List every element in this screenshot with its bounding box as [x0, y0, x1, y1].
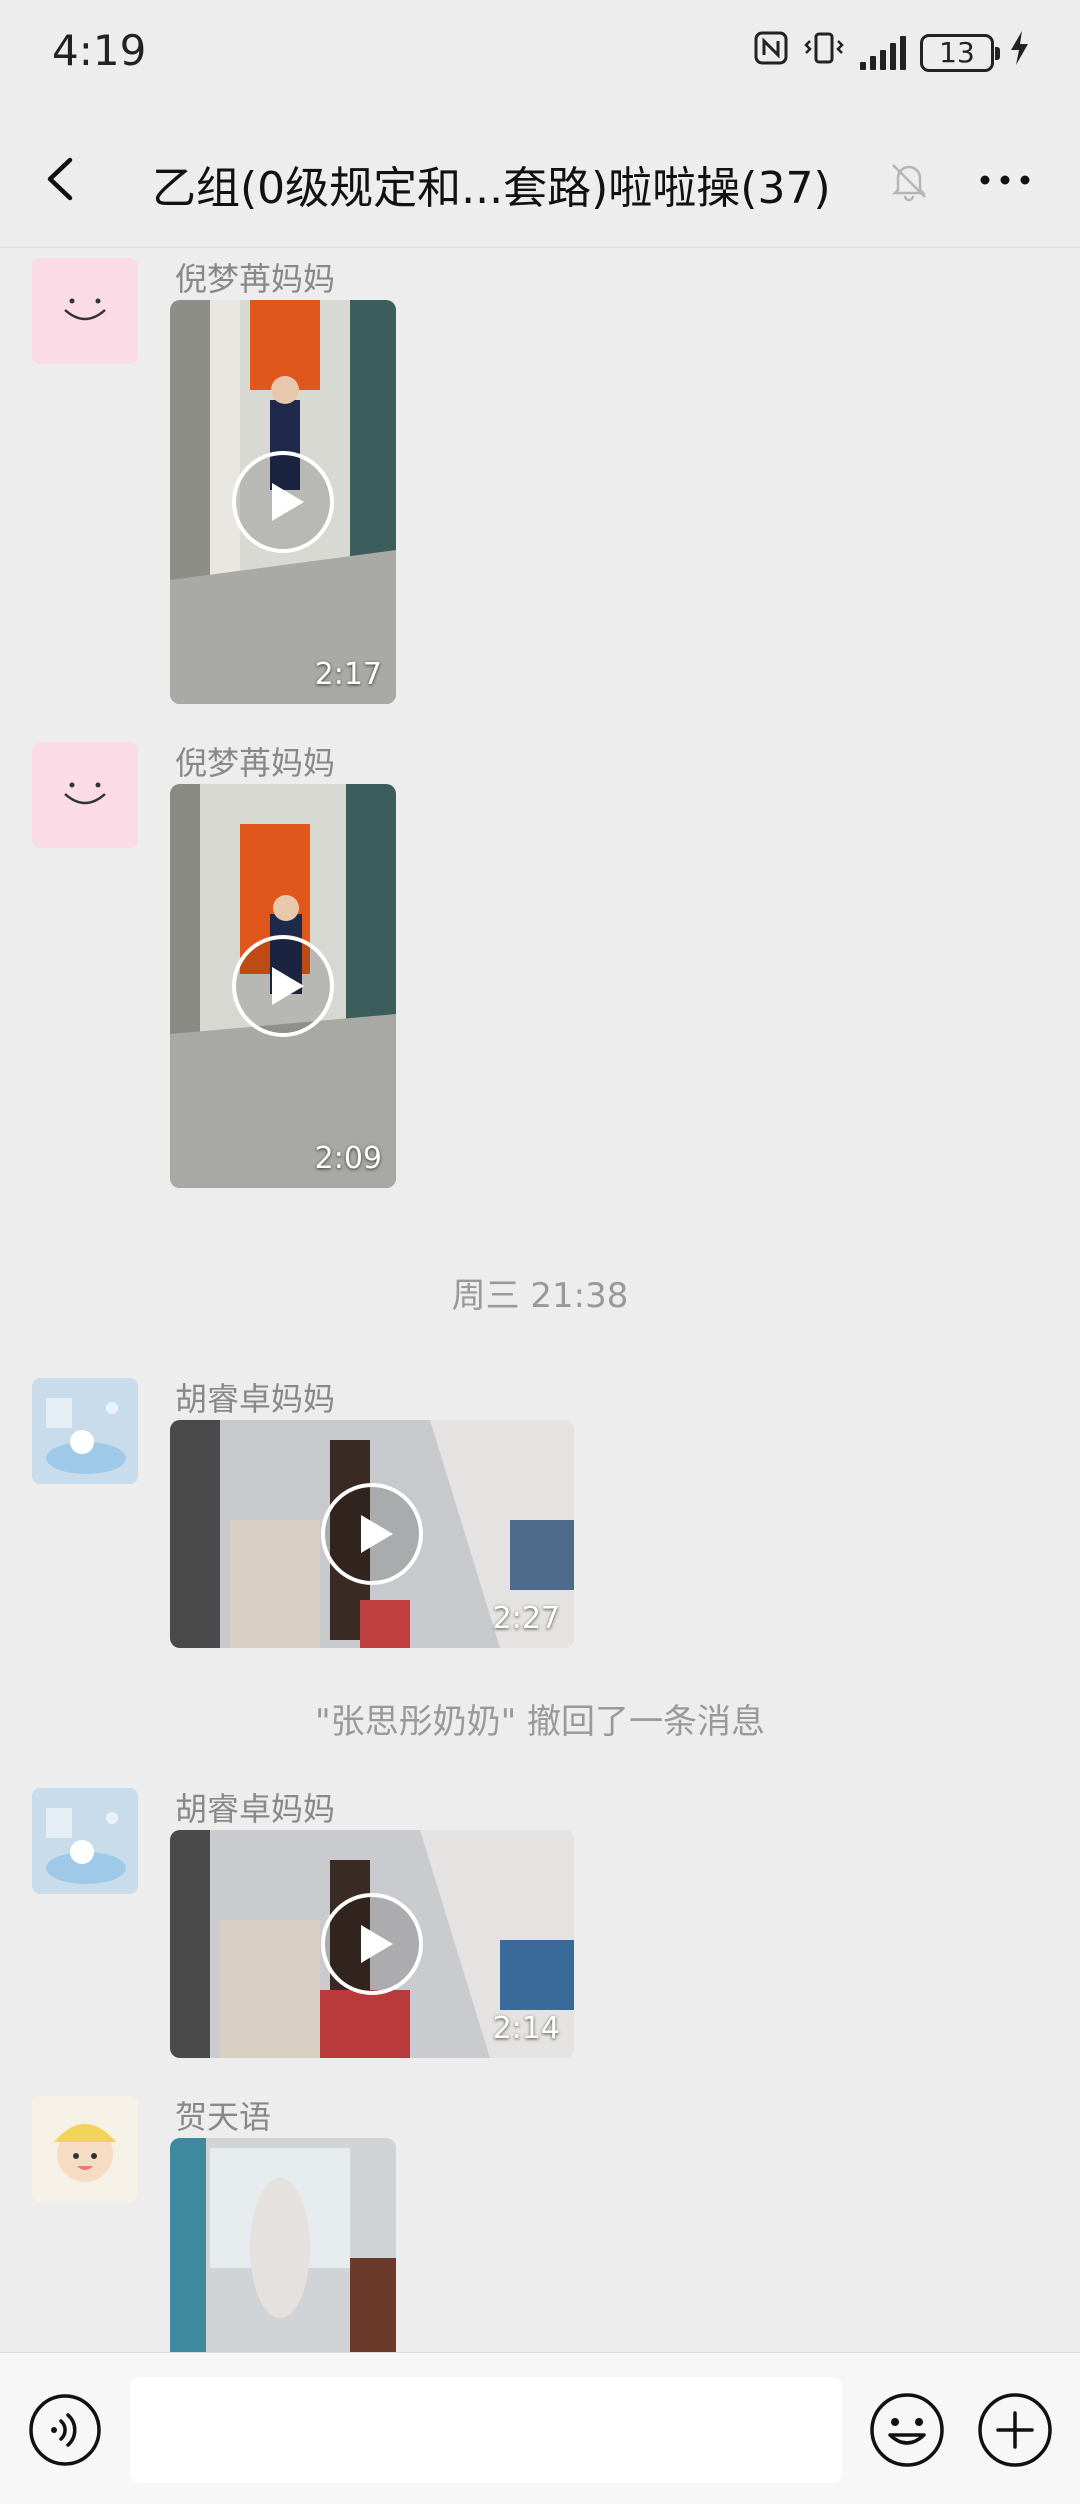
play-icon[interactable] [230, 449, 336, 555]
more-icon[interactable] [975, 160, 1035, 200]
video-duration: 2:27 [492, 1601, 560, 1636]
play-icon[interactable] [230, 933, 336, 1039]
emoji-icon[interactable] [868, 2391, 946, 2469]
video-thumbnail [170, 2138, 396, 2352]
back-icon[interactable] [36, 152, 90, 206]
sender-name: 倪梦苒妈妈 [175, 260, 336, 298]
chat-header: 乙组(0级规定和...套路)啦啦操(37) [0, 110, 1080, 248]
charging-icon [1008, 30, 1030, 75]
sender-name: 倪梦苒妈妈 [175, 744, 336, 782]
video-duration: 2:09 [314, 1141, 382, 1176]
chat-title[interactable]: 乙组(0级规定和...套路)啦啦操(37) [152, 152, 831, 216]
avatar[interactable] [32, 1378, 138, 1484]
status-time: 4:19 [52, 26, 147, 75]
nfc-icon [754, 31, 788, 74]
avatar[interactable] [32, 258, 138, 364]
status-bar: 4:19 13 [0, 0, 1080, 110]
signal-icon [860, 35, 906, 70]
video-message[interactable] [170, 2138, 396, 2352]
timestamp: 周三 21:38 [451, 1276, 629, 1316]
video-duration: 2:17 [314, 657, 382, 692]
vibrate-icon [802, 31, 846, 74]
battery-icon: 13 [920, 33, 1000, 72]
input-bar [0, 2352, 1080, 2504]
video-message[interactable]: 2:17 [170, 300, 396, 704]
plus-icon[interactable] [976, 2391, 1054, 2469]
recall-notice: "张思彤奶奶" 撤回了一条消息 [314, 1702, 766, 1742]
battery-level: 13 [939, 36, 975, 69]
sender-name: 胡睿卓妈妈 [175, 1380, 336, 1418]
play-icon[interactable] [319, 1891, 425, 1997]
sender-name: 胡睿卓妈妈 [175, 1790, 336, 1828]
sender-name: 贺天语 [175, 2098, 272, 2136]
avatar[interactable] [32, 742, 138, 848]
video-message[interactable]: 2:27 [170, 1420, 574, 1648]
chat-area[interactable]: 倪梦苒妈妈 2:17 倪梦苒妈妈 2:09 周三 21:38 胡睿卓妈妈 2:2… [0, 248, 1080, 2352]
video-duration: 2:14 [492, 2011, 560, 2046]
video-message[interactable]: 2:09 [170, 784, 396, 1188]
avatar[interactable] [32, 1788, 138, 1894]
status-icons: 13 [754, 30, 1030, 75]
play-icon[interactable] [319, 1481, 425, 1587]
voice-icon[interactable] [28, 2393, 102, 2467]
video-message[interactable]: 2:14 [170, 1830, 574, 2058]
mute-icon [891, 164, 927, 202]
message-input[interactable] [130, 2377, 842, 2483]
avatar[interactable] [32, 2096, 138, 2202]
